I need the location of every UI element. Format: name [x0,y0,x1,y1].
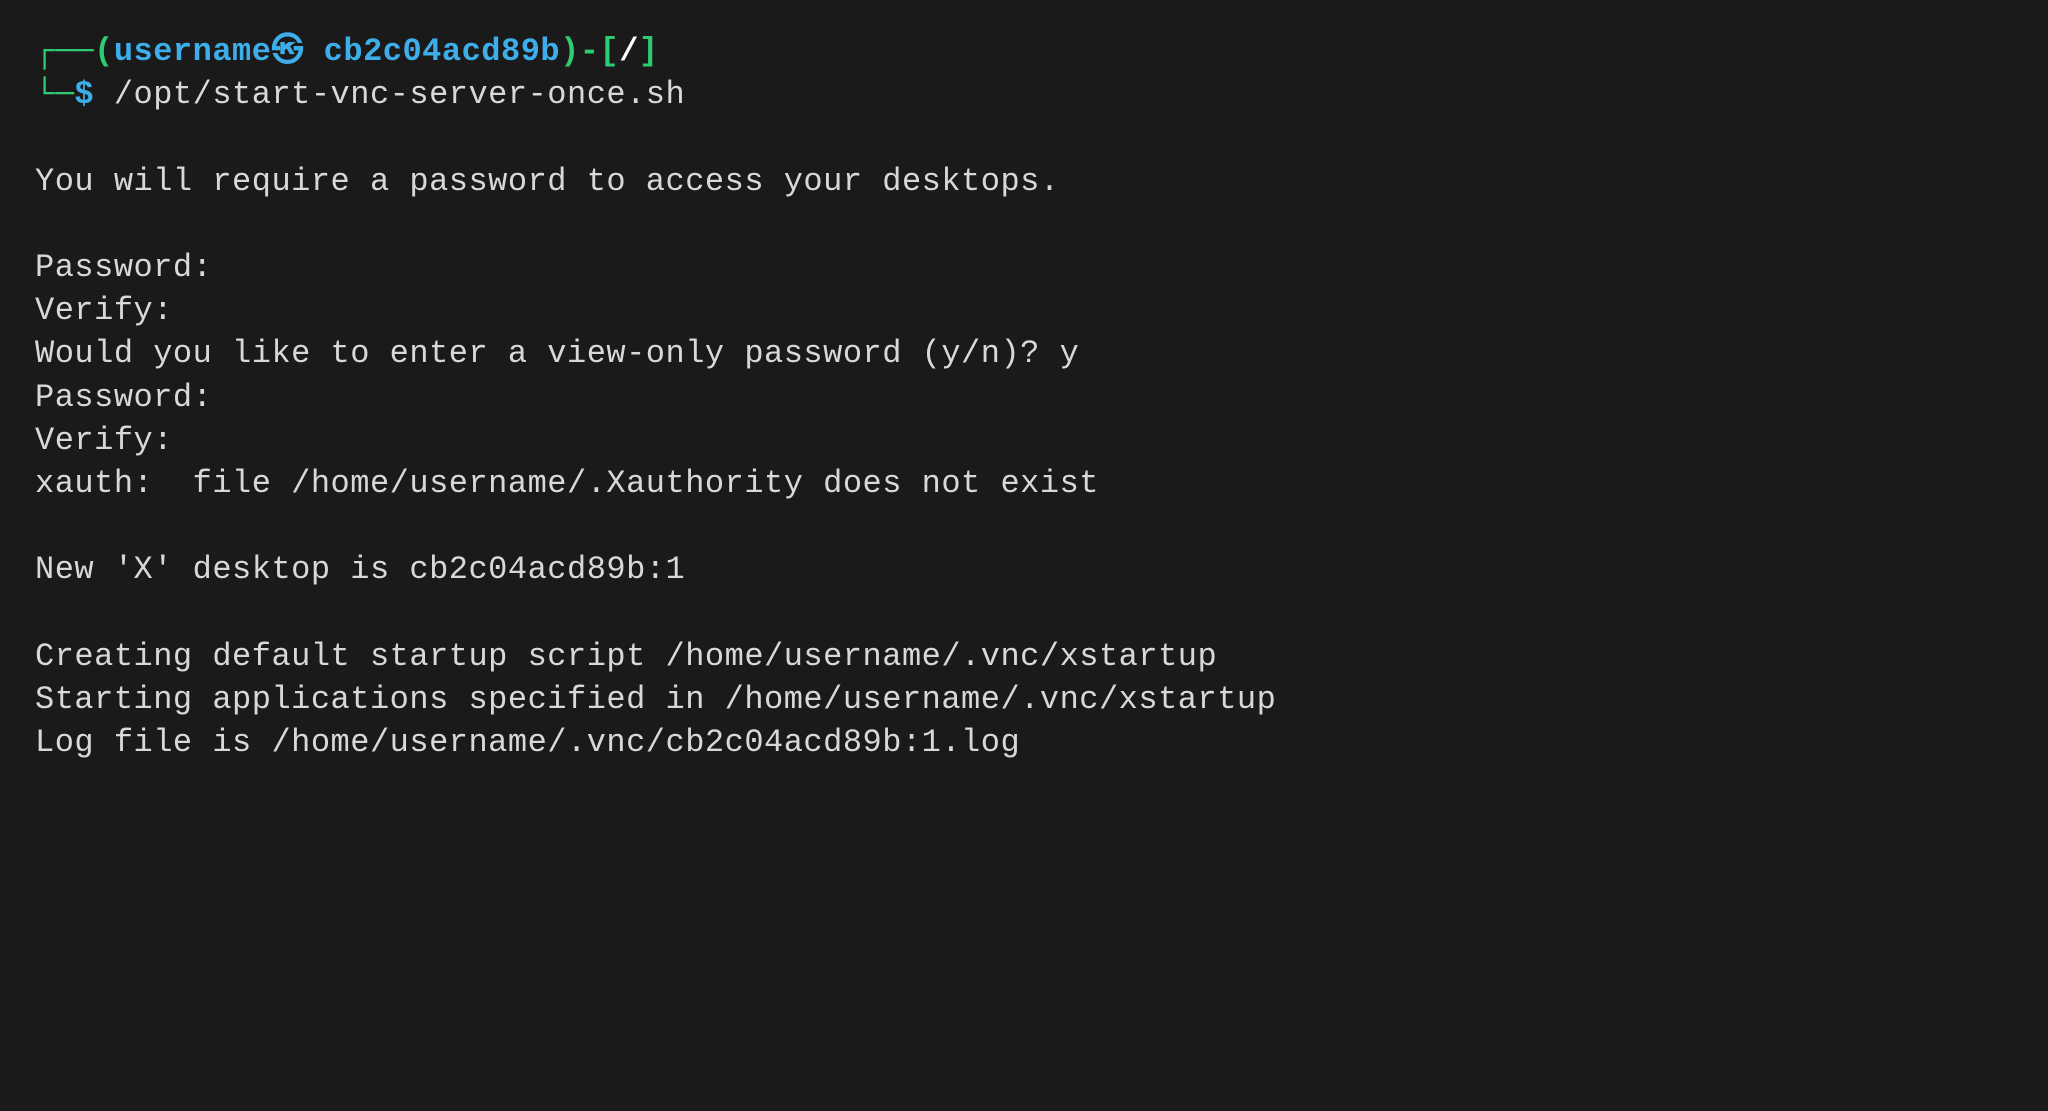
prompt-username: username [114,33,272,70]
prompt-line-2: └─$ /opt/start-vnc-server-once.sh [35,73,2013,116]
terminal-window[interactable]: ┌──(username㉿ cb2c04acd89b)-[/] └─$ /opt… [35,30,2013,764]
paren-open: ( [94,33,114,70]
output-line: Creating default startup script /home/us… [35,638,1217,675]
output-line: Verify: [35,422,173,459]
box-draw-bottom: └─ [35,76,74,113]
prompt-dash: - [580,33,600,70]
output-line: You will require a password to access yo… [35,163,1060,200]
prompt-line-1: ┌──(username㉿ cb2c04acd89b)-[/] [35,30,2013,73]
prompt-dollar: $ [74,76,94,113]
command-text: /opt/start-vnc-server-once.sh [114,76,685,113]
output-line: New 'X' desktop is cb2c04acd89b:1 [35,551,685,588]
at-symbol-icon: ㉿ [271,33,304,70]
output-line: Password: [35,249,212,286]
box-draw-top: ┌── [35,33,94,70]
output-line: xauth: file /home/username/.Xauthority d… [35,465,1099,502]
bracket-open: [ [600,33,620,70]
output-line: Verify: [35,292,173,329]
output-line: Password: [35,379,212,416]
output-line: Starting applications specified in /home… [35,681,1276,718]
output-line: Log file is /home/username/.vnc/cb2c04ac… [35,724,1020,761]
paren-close: ) [560,33,580,70]
prompt-hostname: cb2c04acd89b [324,33,560,70]
output-line: Would you like to enter a view-only pass… [35,335,1079,372]
prompt-cwd: / [619,33,639,70]
bracket-close: ] [639,33,659,70]
terminal-output: You will require a password to access yo… [35,116,2013,764]
